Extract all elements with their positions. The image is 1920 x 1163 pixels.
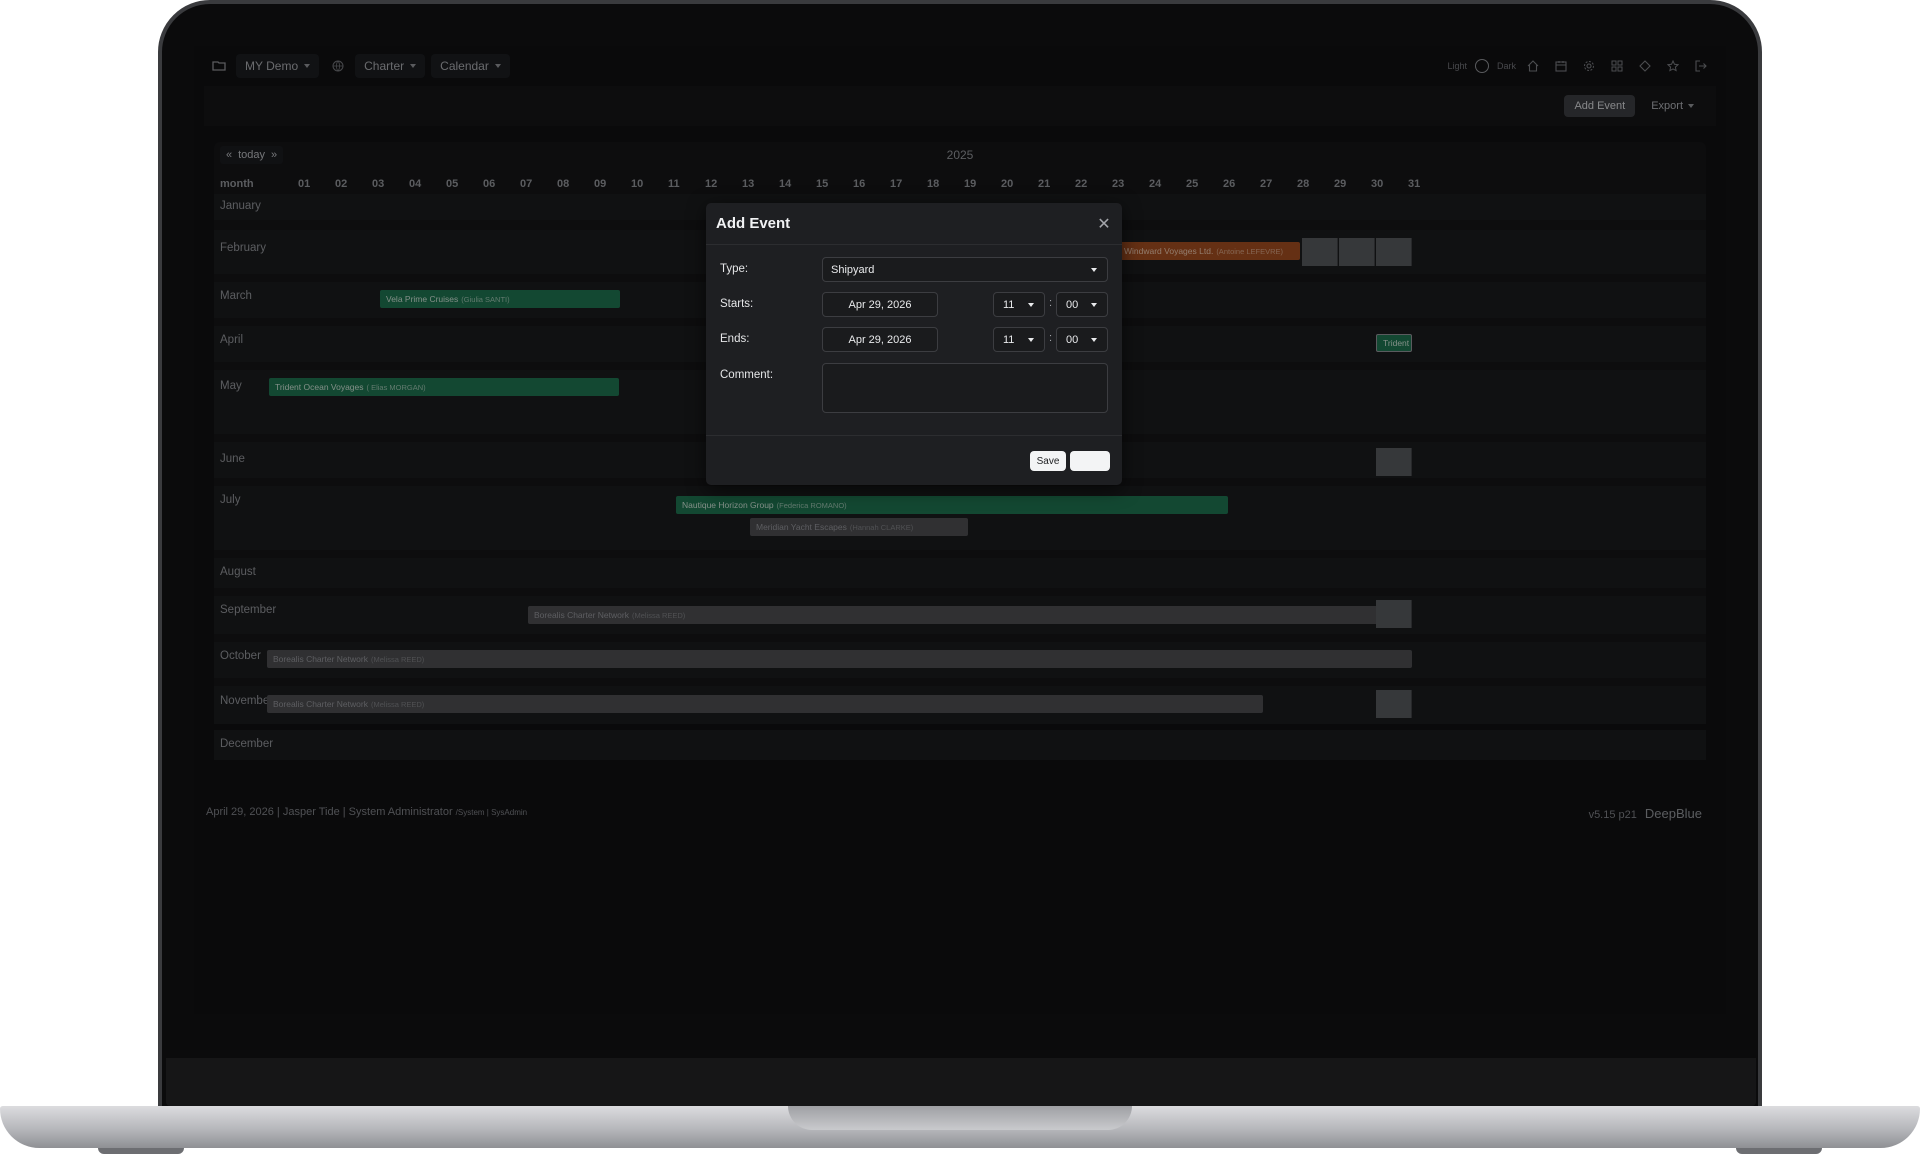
ends-date-field[interactable]: Apr 29, 2026 (822, 327, 938, 352)
secondary-button[interactable] (1070, 451, 1110, 471)
chevron-down-icon (1091, 267, 1097, 272)
type-value: Shipyard (831, 263, 875, 276)
comment-textarea[interactable] (822, 363, 1108, 413)
ends-label: Ends: (720, 333, 750, 345)
starts-date-field[interactable]: Apr 29, 2026 (822, 292, 938, 317)
ends-hour-select[interactable]: 11 (993, 327, 1045, 352)
modal-divider (706, 435, 1122, 436)
ends-minute: 00 (1066, 333, 1079, 346)
time-separator: : (1049, 332, 1053, 344)
ends-hour: 11 (1003, 333, 1015, 346)
starts-hour-select[interactable]: 11 (993, 292, 1045, 317)
chevron-down-icon (1028, 337, 1034, 342)
modal-header: Add Event ✕ (706, 203, 1122, 245)
ends-minute-select[interactable]: 00 (1056, 327, 1108, 352)
starts-minute: 00 (1066, 298, 1079, 311)
laptop-foot-left (98, 1148, 184, 1154)
save-button[interactable]: Save (1030, 451, 1066, 471)
chevron-down-icon (1028, 302, 1034, 307)
time-separator: : (1049, 297, 1053, 309)
modal-backdrop (194, 46, 1726, 1014)
starts-label: Starts: (720, 298, 754, 310)
ends-date: Apr 29, 2026 (848, 333, 912, 346)
chevron-down-icon (1091, 337, 1097, 342)
app-screen: MY Demo Charter Calendar Light Dark Add … (194, 46, 1726, 1014)
type-label: Type: (720, 263, 749, 275)
add-event-modal: Add Event ✕ Type: Shipyard Starts: Apr 2… (706, 203, 1122, 485)
laptop-notch (788, 1106, 1132, 1130)
starts-date: Apr 29, 2026 (848, 298, 912, 311)
chevron-down-icon (1091, 302, 1097, 307)
comment-label: Comment: (720, 369, 774, 381)
starts-hour: 11 (1003, 298, 1015, 311)
type-select[interactable]: Shipyard (822, 257, 1108, 282)
laptop-foot-right (1736, 1148, 1822, 1154)
modal-title: Add Event (716, 215, 791, 232)
laptop-bezel (166, 1058, 1756, 1106)
close-icon[interactable]: ✕ (1096, 216, 1112, 233)
starts-minute-select[interactable]: 00 (1056, 292, 1108, 317)
